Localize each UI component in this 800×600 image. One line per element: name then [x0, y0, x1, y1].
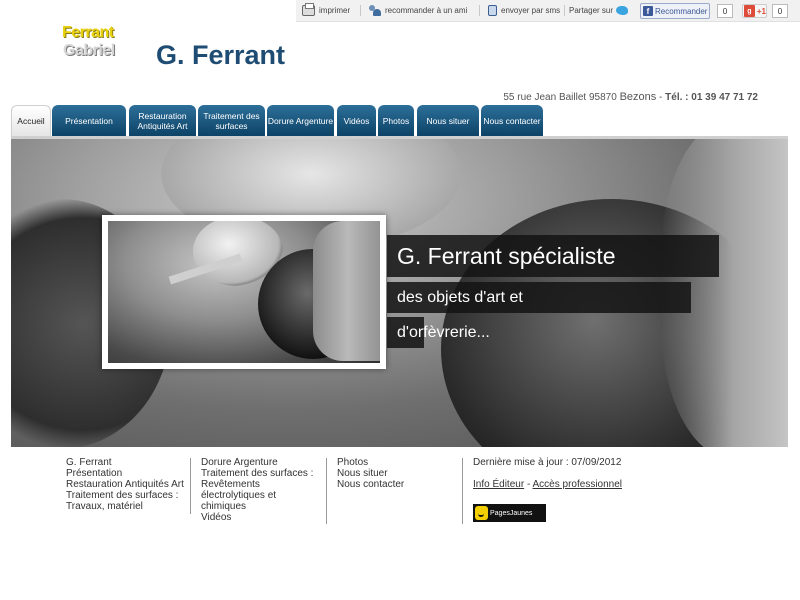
footer-link-nous-contacter[interactable]: Nous contacter: [337, 479, 404, 490]
footer-link-traitement-revetements[interactable]: Traitement des surfaces :: [201, 468, 313, 479]
footer-link-presentation[interactable]: Présentation: [66, 468, 184, 479]
gplus-count: 0: [772, 4, 788, 18]
footer-link-dorure[interactable]: Dorure Argenture: [201, 457, 313, 468]
footer-link-traitement-revetements-4[interactable]: chimiques: [201, 501, 313, 512]
separator: [360, 5, 361, 16]
pro-access-link[interactable]: Accès professionnel: [533, 479, 623, 490]
footer-link-videos[interactable]: Vidéos: [201, 512, 313, 523]
pagesjaunes-badge[interactable]: PagesJaunes: [473, 504, 546, 522]
facebook-count: 0: [717, 4, 733, 18]
tab-videos[interactable]: Vidéos: [337, 105, 376, 136]
tab-traitement-surfaces[interactable]: Traitement des surfaces: [198, 105, 265, 136]
footer-link-g-ferrant[interactable]: G. Ferrant: [66, 457, 184, 468]
facebook-label: Recommander: [655, 6, 708, 16]
pagesjaunes-smile-icon: [475, 506, 488, 520]
footer-link-restauration[interactable]: Restauration Antiquités Art: [66, 479, 184, 490]
site-logo[interactable]: Ferrant Gabriel: [62, 24, 128, 66]
print-label: imprimer: [319, 6, 351, 15]
phone-icon: [488, 5, 497, 16]
tab-nous-contacter[interactable]: Nous contacter: [481, 105, 543, 136]
share-twitter-button[interactable]: Partager sur: [569, 0, 632, 21]
sms-label: envoyer par sms: [501, 6, 561, 15]
street-address: 55 rue Jean Baillet 95870: [503, 92, 617, 103]
recommend-friend-button[interactable]: recommander à un ami: [368, 0, 467, 21]
gplus-label: +1: [756, 6, 766, 16]
hero-caption-line2: des objets d'art et: [387, 282, 691, 313]
footer-link-photos[interactable]: Photos: [337, 457, 404, 468]
printer-icon: [302, 3, 315, 16]
footer-link-nous-situer[interactable]: Nous situer: [337, 468, 404, 479]
site-footer: G. Ferrant Présentation Restauration Ant…: [0, 457, 800, 567]
footer-col-4: Dernière mise à jour : 07/09/2012 Info É…: [473, 457, 622, 490]
last-update: Dernière mise à jour : 07/09/2012: [473, 457, 622, 468]
footer-link-traitement-revetements-3[interactable]: électrolytiques et: [201, 490, 313, 501]
footer-divider: [326, 458, 327, 524]
hero-photo-frame: [102, 215, 386, 369]
tab-presentation[interactable]: Présentation: [52, 105, 126, 136]
hero-photo: [108, 221, 380, 363]
tab-dorure-argenture[interactable]: Dorure Argenture: [267, 105, 334, 136]
facebook-recommend-button[interactable]: f Recommander: [640, 3, 710, 19]
footer-col-2: Dorure Argenture Traitement des surfaces…: [201, 457, 313, 523]
logo-line2: Gabriel: [63, 42, 115, 59]
footer-col-1: G. Ferrant Présentation Restauration Ant…: [66, 457, 184, 512]
contact-address: 55 rue Jean Baillet 95870 Bezons - Tél. …: [503, 91, 758, 103]
people-icon: [368, 5, 381, 16]
print-button[interactable]: imprimer: [302, 0, 350, 21]
separator: [564, 5, 565, 16]
page-title: G. Ferrant: [156, 40, 286, 70]
tab-photos[interactable]: Photos: [378, 105, 414, 136]
footer-link-traitement-travaux[interactable]: Traitement des surfaces :: [66, 490, 184, 501]
footer-divider: [462, 458, 463, 524]
hero-caption-line1: G. Ferrant spécialiste: [387, 235, 719, 277]
separator: [479, 5, 480, 16]
facebook-icon: f: [643, 6, 653, 16]
pagesjaunes-label: PagesJaunes: [490, 509, 533, 517]
footer-link-traitement-travaux-2[interactable]: Travaux, matériel: [66, 501, 184, 512]
sms-button[interactable]: envoyer par sms: [488, 0, 560, 21]
share-label: Partager sur: [569, 6, 614, 15]
photo-arm: [313, 221, 380, 361]
hero-caption-line3: d'orfèvrerie...: [387, 317, 490, 348]
footer-link-traitement-revetements-2[interactable]: Revêtements: [201, 479, 313, 490]
phone-number: Tél. : 01 39 47 71 72: [665, 92, 758, 103]
tab-accueil[interactable]: Accueil: [11, 105, 51, 136]
utility-bar: imprimer recommander à un ami envoyer pa…: [296, 0, 800, 22]
link-separator: -: [526, 479, 531, 490]
tab-restauration[interactable]: Restauration Antiquités Art: [129, 105, 196, 136]
twitter-icon: [616, 6, 629, 15]
footer-divider: [190, 458, 191, 514]
logo-line1: Ferrant: [62, 24, 114, 41]
city-name: Bezons: [619, 91, 657, 103]
gplus-button[interactable]: g +1: [742, 4, 767, 18]
tab-nous-situer[interactable]: Nous situer: [417, 105, 479, 136]
recommend-friend-label: recommander à un ami: [385, 6, 468, 15]
editor-info-link[interactable]: Info Éditeur: [473, 479, 524, 490]
google-plus-icon: g: [744, 5, 755, 17]
footer-col-3: Photos Nous situer Nous contacter: [337, 457, 404, 490]
